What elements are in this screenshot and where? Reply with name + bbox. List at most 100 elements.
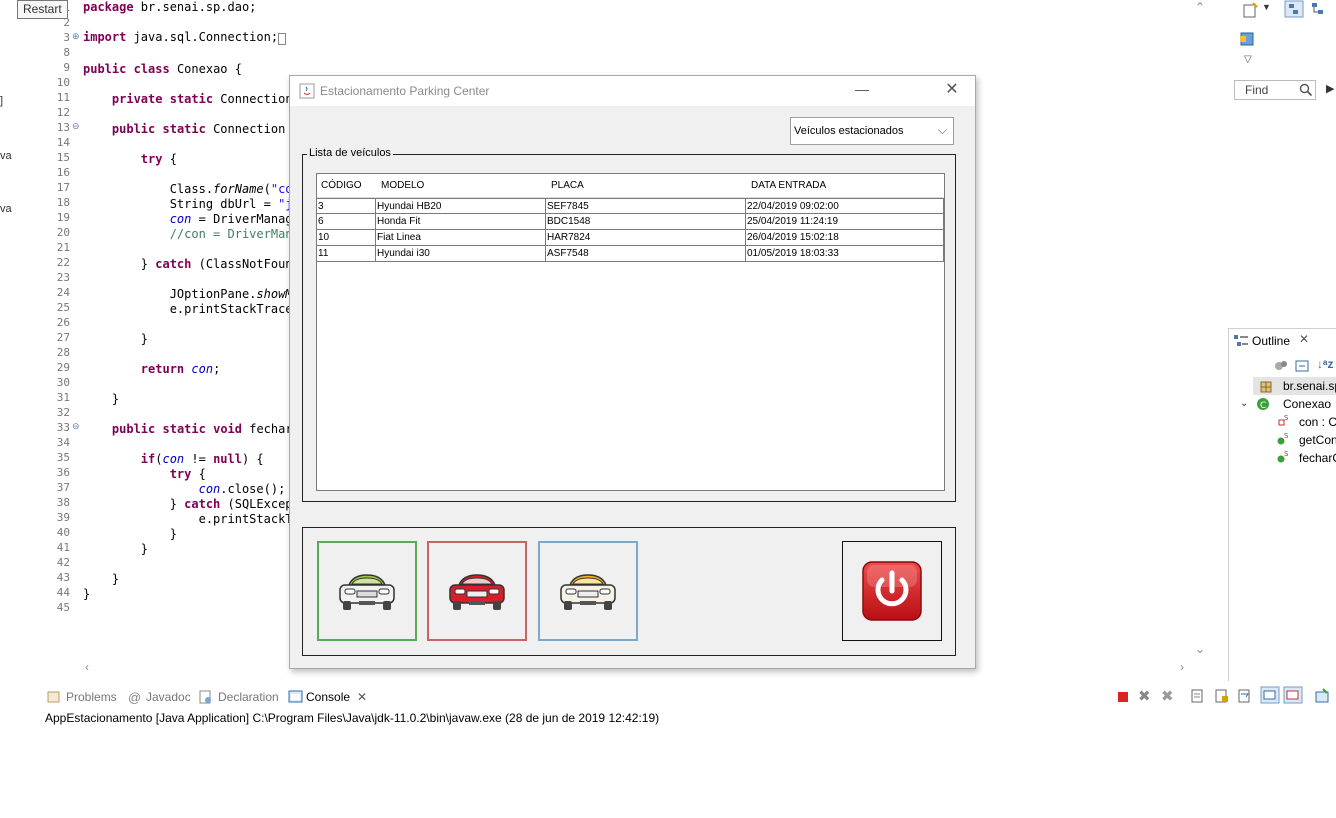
- cell-data-entrada: 26/04/2019 15:02:18: [747, 232, 839, 243]
- outline-field[interactable]: con : C: [1299, 415, 1336, 429]
- new-console-icon[interactable]: [1314, 688, 1330, 704]
- vehicle-list-title: Lista de veículos: [307, 147, 393, 159]
- close-button[interactable]: ✕: [942, 80, 962, 100]
- line-number: 28: [56, 346, 70, 359]
- task-icon[interactable]: [1238, 30, 1256, 48]
- cell-codigo: 6: [318, 216, 324, 227]
- column-header-codigo[interactable]: CÓDIGO: [321, 180, 362, 191]
- history-vehicles-button[interactable]: [538, 541, 638, 641]
- line-number: 17: [56, 181, 70, 194]
- line-number: 29: [56, 361, 70, 374]
- collapse-all-icon[interactable]: [1295, 359, 1311, 373]
- scroll-right-icon[interactable]: ›: [1180, 660, 1184, 674]
- cell-codigo: 10: [318, 232, 330, 243]
- tab-problems[interactable]: Problems: [66, 690, 117, 704]
- scroll-left-icon[interactable]: ‹: [85, 660, 89, 674]
- svg-text:S: S: [1284, 415, 1289, 422]
- outline-class[interactable]: Conexao: [1283, 397, 1331, 411]
- tab-declaration[interactable]: Declaration: [218, 690, 279, 704]
- table-row[interactable]: 3 Hyundai HB20 SEF7845 22/04/2019 09:02:…: [317, 198, 944, 214]
- type-hierarchy-icon[interactable]: [1308, 0, 1328, 18]
- column-header-placa[interactable]: PLACA: [551, 180, 584, 191]
- svg-text:S: S: [1284, 451, 1289, 458]
- cell-data-entrada: 25/04/2019 11:24:19: [747, 216, 839, 227]
- fold-expand-icon[interactable]: ⊕: [72, 31, 80, 42]
- table-row[interactable]: 6 Honda Fit BDC1548 25/04/2019 11:24:19: [317, 214, 944, 230]
- vehicle-filter-select[interactable]: Veículos estacionados ⌵: [790, 117, 954, 145]
- console-tab-bar: Problems @ Javadoc Declaration Console ✕…: [0, 684, 1336, 710]
- line-number: 44: [56, 586, 70, 599]
- line-number: 23: [56, 271, 70, 284]
- expand-chevron-icon[interactable]: ⌄: [1240, 398, 1248, 409]
- pin-console-icon[interactable]: [1260, 686, 1280, 704]
- table-row[interactable]: 11 Hyundai i30 ASF7548 01/05/2019 18:03:…: [317, 246, 944, 262]
- hierarchy-icon[interactable]: [1284, 0, 1304, 18]
- fold-collapse-icon[interactable]: ⊖: [72, 421, 80, 432]
- close-icon[interactable]: ✕: [357, 690, 367, 704]
- scroll-up-icon[interactable]: ⌃: [1195, 0, 1205, 14]
- cell-placa: SEF7845: [547, 201, 589, 212]
- source-code[interactable]: package br.senai.sp.dao; import java.sql…: [83, 0, 300, 602]
- fold-collapse-icon[interactable]: ⊖: [72, 121, 80, 132]
- line-number: 11: [56, 91, 70, 104]
- remove-launch-icon[interactable]: ✖: [1138, 687, 1151, 705]
- exit-vehicle-button[interactable]: [427, 541, 527, 641]
- hide-fields-icon[interactable]: [1273, 359, 1289, 373]
- view-menu-icon[interactable]: ▽: [1244, 54, 1252, 65]
- column-header-modelo[interactable]: MODELO: [381, 180, 424, 191]
- svg-text:C: C: [1260, 401, 1266, 411]
- sort-icon[interactable]: ↓ᵃz: [1317, 357, 1334, 371]
- tab-console[interactable]: Console: [306, 690, 350, 704]
- filter-selected-value: Veículos estacionados: [794, 125, 904, 137]
- column-divider: [545, 198, 546, 262]
- remove-all-icon[interactable]: ✖: [1161, 687, 1174, 705]
- window-titlebar[interactable]: Estacionamento Parking Center — ✕: [290, 76, 975, 106]
- exit-app-button[interactable]: [842, 541, 942, 641]
- cell-placa: HAR7824: [547, 232, 591, 243]
- line-number: 18: [56, 196, 70, 209]
- cell-modelo: Hyundai i30: [377, 248, 430, 259]
- cell-data-entrada: 01/05/2019 18:03:33: [747, 248, 839, 259]
- terminate-icon[interactable]: [1116, 690, 1130, 704]
- cell-data-entrada: 22/04/2019 09:02:00: [747, 201, 839, 212]
- minimize-button[interactable]: —: [852, 80, 872, 100]
- line-number: 30: [56, 376, 70, 389]
- line-number: 9: [63, 61, 70, 74]
- vehicle-table[interactable]: CÓDIGO MODELO PLACA DATA ENTRADA 3 Hyund…: [316, 173, 945, 491]
- line-number: 25: [56, 301, 70, 314]
- line-number: 8: [63, 46, 70, 59]
- new-file-icon[interactable]: [1242, 2, 1260, 18]
- class-icon: C: [1257, 398, 1269, 411]
- clear-console-icon[interactable]: [1190, 688, 1206, 704]
- cell-codigo: 3: [318, 201, 324, 212]
- close-icon[interactable]: ✕: [1299, 332, 1309, 346]
- parked-vehicles-button[interactable]: [317, 541, 417, 641]
- column-header-data-entrada[interactable]: DATA ENTRADA: [751, 180, 826, 191]
- dropdown-arrow-icon[interactable]: ▼: [1262, 2, 1271, 12]
- column-divider: [745, 198, 746, 262]
- outline-method[interactable]: fecharC: [1299, 451, 1336, 465]
- line-number: 16: [56, 166, 70, 179]
- outline-title[interactable]: Outline: [1252, 334, 1290, 348]
- package-icon: [1260, 381, 1272, 393]
- tab-javadoc[interactable]: Javadoc: [146, 690, 191, 704]
- cell-modelo: Hyundai HB20: [377, 201, 442, 212]
- outline-package[interactable]: br.senai.sp: [1283, 379, 1336, 393]
- outline-method[interactable]: getCon: [1299, 433, 1336, 447]
- search-icon[interactable]: [1299, 83, 1313, 97]
- outline-view: Outline ✕ ↓ᵃz br.senai.sp ⌄ C Conexao S …: [1228, 328, 1336, 681]
- line-number: 3: [63, 31, 70, 44]
- scroll-lock-icon[interactable]: [1214, 688, 1230, 704]
- car-green-icon: [339, 574, 395, 610]
- find-input[interactable]: Find: [1234, 80, 1316, 100]
- word-wrap-icon[interactable]: [1237, 688, 1253, 704]
- line-number: 40: [56, 526, 70, 539]
- cell-modelo: Fiat Linea: [377, 232, 421, 243]
- console-launch-info: AppEstacionamento [Java Application] C:\…: [45, 711, 660, 725]
- scroll-down-icon[interactable]: ⌄: [1195, 642, 1205, 656]
- line-number: 45: [56, 601, 70, 614]
- line-number: 10: [56, 76, 70, 89]
- display-console-icon[interactable]: [1283, 686, 1303, 704]
- find-arrow-icon[interactable]: ▶: [1326, 82, 1334, 95]
- table-row[interactable]: 10 Fiat Linea HAR7824 26/04/2019 15:02:1…: [317, 230, 944, 246]
